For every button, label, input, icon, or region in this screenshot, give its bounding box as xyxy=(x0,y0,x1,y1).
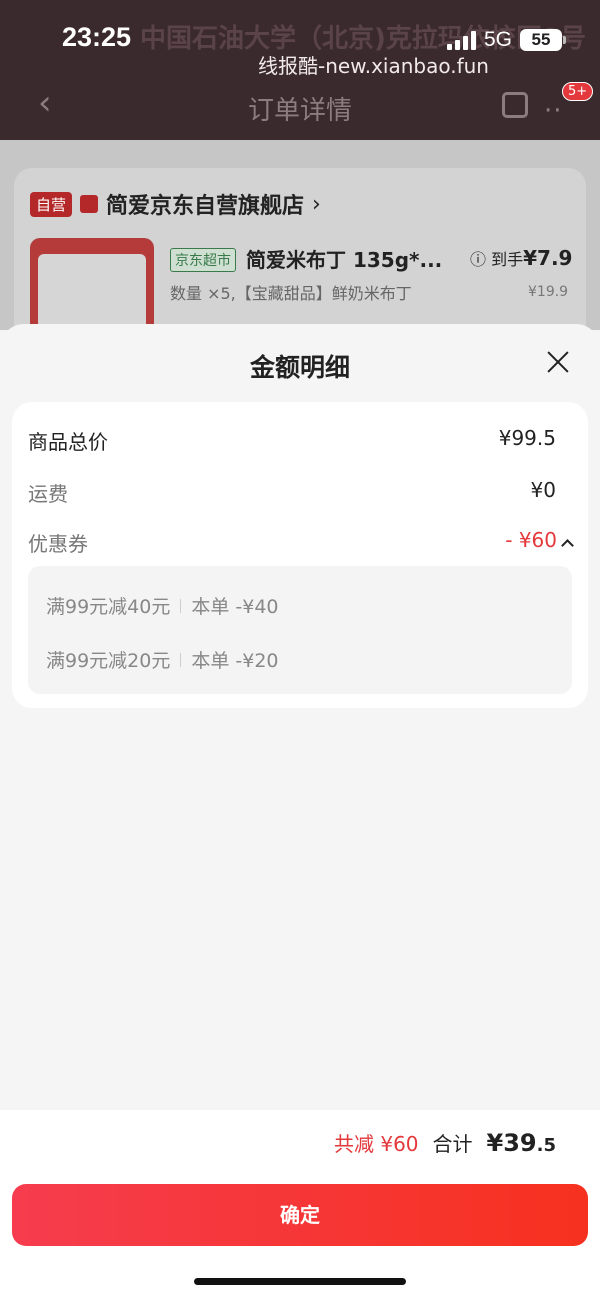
coupon-rule: 满99元减20元 xyxy=(46,650,171,672)
self-operated-tag: 自营 xyxy=(30,191,73,217)
chevron-right-icon: › xyxy=(312,191,321,217)
divider xyxy=(180,652,182,667)
coupon-discount: 本单 -¥20 xyxy=(191,650,279,672)
product-quantity: 数量 ×5,【宝藏甜品】鲜奶米布丁 xyxy=(170,284,412,303)
sheet-title: 金额明细 xyxy=(249,353,350,382)
coupon-toggle[interactable]: - ¥60 xyxy=(505,528,574,552)
subtotal-value: ¥99.5 xyxy=(498,426,556,450)
home-indicator[interactable] xyxy=(194,1278,406,1285)
coupon-item: 满99元减20元 本单 -¥20 xyxy=(46,646,279,673)
total-saved: 共减 ¥60 xyxy=(333,1132,419,1156)
divider xyxy=(180,598,182,613)
jd-market-tag: 京东超市 xyxy=(170,248,236,272)
battery-icon: 55 xyxy=(520,29,566,51)
shipping-label: 运费 xyxy=(28,482,68,506)
shipping-value: ¥0 xyxy=(530,478,556,502)
signal-icon xyxy=(446,30,476,50)
status-indicators: 5G 55 xyxy=(446,28,566,52)
coupon-list xyxy=(28,566,572,694)
network-type: 5G xyxy=(483,28,512,51)
original-price: ¥19.9 xyxy=(528,284,569,300)
confirm-button[interactable]: 确定 xyxy=(12,1184,588,1246)
store-name: 简爱京东自营旗舰店 xyxy=(106,194,305,219)
subtotal-label: 商品总价 xyxy=(28,430,108,454)
total-value: ¥39.5 xyxy=(486,1129,556,1157)
message-badge: 5+ xyxy=(562,82,594,101)
final-price: ⓘ 到手¥7.9 xyxy=(470,246,573,270)
more-icon[interactable]: ·· xyxy=(544,96,563,126)
share-icon[interactable] xyxy=(502,92,528,118)
coupon-item: 满99元减40元 本单 -¥40 xyxy=(46,592,279,619)
total-label: 合计 xyxy=(432,1132,473,1156)
store-row[interactable]: 自营 简爱京东自营旗舰店 › xyxy=(30,188,321,220)
product-name[interactable]: 简爱米布丁 135g*... xyxy=(246,244,442,273)
coupon-value: - ¥60 xyxy=(505,528,557,552)
coupon-rule: 满99元减40元 xyxy=(46,596,171,618)
watermark-text: 线报酷-new.xianbao.fun xyxy=(258,54,489,78)
coupon-label: 优惠券 xyxy=(28,532,88,556)
total-summary: 共减 ¥60 合计 ¥39.5 xyxy=(334,1128,556,1157)
chevron-up-icon xyxy=(561,539,574,552)
store-logo-icon xyxy=(80,195,99,213)
coupon-discount: 本单 -¥40 xyxy=(191,596,279,618)
status-time: 23:25 xyxy=(62,22,132,52)
close-icon[interactable] xyxy=(546,350,570,374)
